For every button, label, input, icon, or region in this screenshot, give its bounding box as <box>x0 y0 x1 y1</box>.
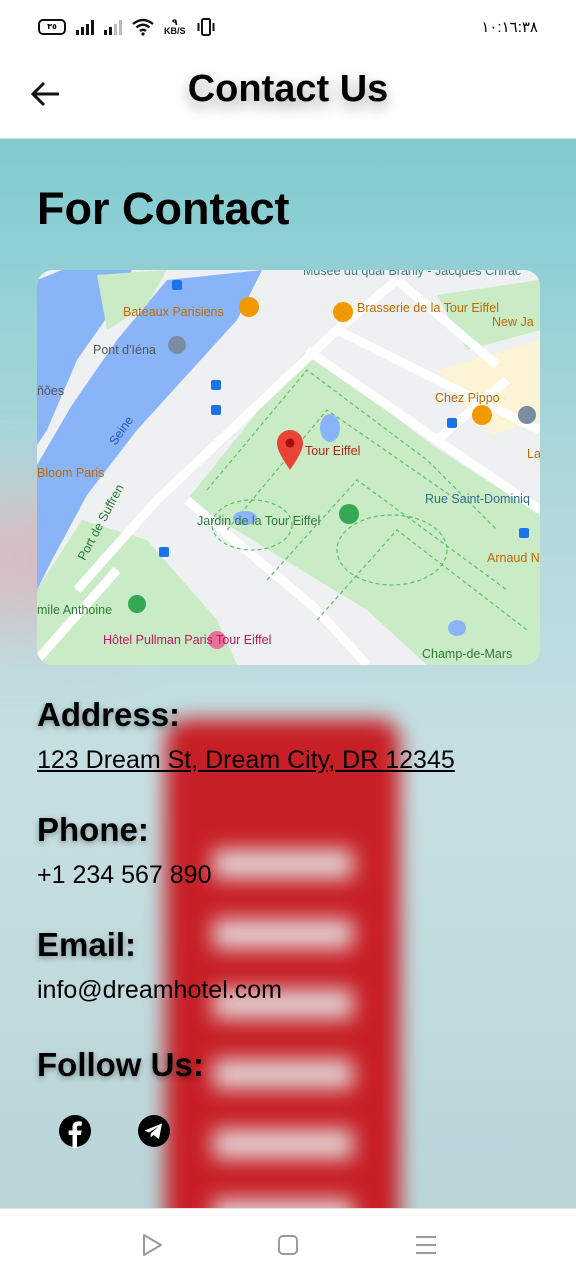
map-label: mile Anthoine <box>37 603 112 617</box>
phone-value[interactable]: +1 234 567 890 <box>37 861 211 890</box>
bus-stop-icon <box>211 405 221 415</box>
map-label: Bateaux Parisiens <box>123 305 224 319</box>
bus-stop-icon <box>159 547 169 557</box>
map-label: Pont d'Iéna <box>93 343 156 357</box>
park-icon <box>128 595 146 613</box>
background-phone-booth <box>165 719 400 1208</box>
map-label: Jardin de la Tour Eiffel <box>197 514 320 528</box>
bus-stop-icon <box>172 280 182 290</box>
menu-lines-icon[interactable] <box>413 1232 439 1258</box>
map-label: Champ-de-Mars <box>422 647 512 661</box>
address-label: Address: <box>37 696 181 733</box>
park-icon <box>339 504 359 524</box>
map-label: Bloom Paris <box>37 466 104 480</box>
follow-label: Follow Us: <box>37 1046 204 1083</box>
phone-label: Phone: <box>37 811 149 848</box>
bus-stop-icon <box>447 418 457 428</box>
signal-icon <box>104 19 122 35</box>
map-label: Rue Saint-Dominiq <box>425 492 530 506</box>
facebook-icon[interactable] <box>58 1114 92 1148</box>
wifi-icon <box>132 18 154 36</box>
map-label: Chez Pippo <box>435 391 500 405</box>
map-label: Brasserie de la Tour Eiffel <box>357 301 499 315</box>
map-label: Hôtel Pullman Paris Tour Eiffel <box>103 633 271 647</box>
status-bar: ٣٥ ٩ KB/S ١٠:١٦:٣٨ <box>0 0 576 58</box>
vibrate-icon <box>197 18 215 36</box>
map-label: La <box>527 447 540 461</box>
net-speed-unit: KB/S <box>164 26 186 36</box>
restaurant-icon <box>472 405 492 425</box>
email-label: Email: <box>37 926 137 963</box>
address-link[interactable]: 123 Dream St, Dream City, DR 12345 <box>37 746 455 775</box>
location-map[interactable]: Musée du quai Branly - Jacques Chirac Ba… <box>37 270 540 665</box>
net-speed: ٩ KB/S <box>164 18 186 36</box>
battery-icon: ٣٥ <box>38 19 66 35</box>
map-label: ñões <box>37 384 64 398</box>
restaurant-icon <box>239 297 259 317</box>
page-title: Contact Us <box>187 68 389 110</box>
map-label: Musée du quai Branly - Jacques Chirac <box>303 270 521 278</box>
map-label: Arnaud N <box>487 551 540 565</box>
bus-stop-icon <box>211 380 221 390</box>
email-value[interactable]: info@dreamhotel.com <box>37 976 282 1005</box>
map-label: Tour Eiffel <box>305 444 360 458</box>
status-icons: ٣٥ ٩ KB/S <box>38 18 216 36</box>
clock: ١٠:١٦:٣٨ <box>481 19 538 36</box>
restaurant-icon <box>333 302 353 322</box>
back-triangle-icon[interactable] <box>139 1232 165 1258</box>
telegram-icon[interactable] <box>137 1114 171 1148</box>
home-square-icon[interactable] <box>275 1232 301 1258</box>
museum-icon <box>518 406 536 424</box>
app-bar: Contact Us <box>0 58 576 139</box>
bus-stop-icon <box>519 528 529 538</box>
signal-icon <box>76 19 94 35</box>
boat-icon <box>168 336 186 354</box>
contact-content[interactable]: For Contact Musée du quai Branly - Jacqu… <box>0 139 576 1208</box>
section-heading: For Contact <box>37 183 290 234</box>
map-label: New Ja <box>492 315 534 329</box>
system-nav-bar <box>0 1208 576 1281</box>
